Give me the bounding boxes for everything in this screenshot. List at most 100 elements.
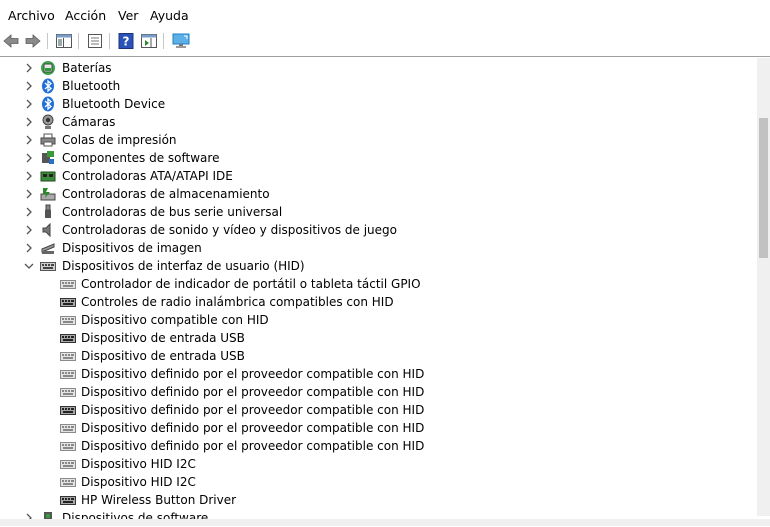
battery-icon bbox=[40, 60, 56, 76]
chevron-right-icon[interactable] bbox=[23, 116, 35, 128]
tree-category[interactable]: Controladoras de sonido y vídeo y dispos… bbox=[0, 221, 757, 239]
chevron-right-icon[interactable] bbox=[23, 242, 35, 254]
tree-category[interactable]: Dispositivos de imagen bbox=[0, 239, 757, 257]
camera-icon bbox=[40, 114, 56, 130]
tree-device[interactable]: Dispositivo definido por el proveedor co… bbox=[0, 401, 757, 419]
keyboard-icon bbox=[60, 366, 76, 382]
vertical-scrollbar-thumb[interactable] bbox=[759, 118, 768, 258]
tree-item-label: Dispositivo de entrada USB bbox=[81, 331, 245, 345]
tree-category[interactable]: Controladoras de almacenamiento bbox=[0, 185, 757, 203]
tree-device[interactable]: Controles de radio inalámbrica compatibl… bbox=[0, 293, 757, 311]
tree-category[interactable]: Componentes de software bbox=[0, 149, 757, 167]
menu-ayuda[interactable]: Ayuda bbox=[150, 8, 189, 23]
horizontal-scrollbar[interactable] bbox=[0, 519, 770, 526]
ide-controller-icon bbox=[40, 168, 56, 184]
help-icon[interactable]: ? bbox=[117, 32, 135, 50]
keyboard-icon bbox=[60, 492, 76, 508]
keyboard-icon bbox=[60, 294, 76, 310]
tree-item-label: Dispositivos de interfaz de usuario (HID… bbox=[62, 259, 305, 273]
tree-item-label: Dispositivo HID I2C bbox=[81, 457, 196, 471]
chevron-right-icon[interactable] bbox=[23, 134, 35, 146]
tree-item-label: Dispositivo definido por el proveedor co… bbox=[81, 367, 425, 381]
properties-icon[interactable] bbox=[86, 32, 104, 50]
keyboard-icon bbox=[60, 456, 76, 472]
tree-device[interactable]: Dispositivo definido por el proveedor co… bbox=[0, 419, 757, 437]
bluetooth-icon bbox=[40, 78, 56, 94]
tree-device[interactable]: Dispositivo HID I2C bbox=[0, 473, 757, 491]
keyboard-icon bbox=[60, 348, 76, 364]
tree-item-label: Controladoras de bus serie universal bbox=[62, 205, 283, 219]
tree-item-label: Dispositivo definido por el proveedor co… bbox=[81, 403, 425, 417]
tree-item-label: Bluetooth bbox=[62, 79, 121, 93]
tree-category[interactable]: Cámaras bbox=[0, 113, 757, 131]
bluetooth-icon bbox=[40, 96, 56, 112]
keyboard-icon bbox=[60, 312, 76, 328]
chevron-right-icon[interactable] bbox=[23, 80, 35, 92]
tree-category[interactable]: Baterías bbox=[0, 59, 757, 77]
tree-device[interactable]: Dispositivo de entrada USB bbox=[0, 329, 757, 347]
show-hide-tree-icon[interactable] bbox=[55, 32, 73, 50]
vertical-scrollbar[interactable] bbox=[757, 58, 770, 516]
tree-item-label: Dispositivos de imagen bbox=[62, 241, 202, 255]
tree-item-label: Dispositivo definido por el proveedor co… bbox=[81, 439, 425, 453]
chevron-right-icon[interactable] bbox=[23, 98, 35, 110]
keyboard-icon bbox=[60, 402, 76, 418]
tree-category[interactable]: Controladoras de bus serie universal bbox=[0, 203, 757, 221]
keyboard-icon bbox=[60, 330, 76, 346]
tree-device[interactable]: Dispositivo compatible con HID bbox=[0, 311, 757, 329]
keyboard-icon bbox=[60, 474, 76, 490]
tree-device[interactable]: Dispositivo definido por el proveedor co… bbox=[0, 365, 757, 383]
tree-item-label: Controladoras de almacenamiento bbox=[62, 187, 270, 201]
tree-item-label: HP Wireless Button Driver bbox=[81, 493, 237, 507]
toolbar-separator bbox=[47, 33, 48, 49]
toolbar: ? bbox=[0, 31, 770, 51]
tree-item-label: Componentes de software bbox=[62, 151, 220, 165]
tree-item-label: Dispositivo de entrada USB bbox=[81, 349, 245, 363]
tree-category[interactable]: Controladoras ATA/ATAPI IDE bbox=[0, 167, 757, 185]
menu-archivo[interactable]: Archivo bbox=[8, 8, 55, 23]
software-component-icon bbox=[40, 150, 56, 166]
device-tree-list: Baterías Bluetooth Bluetooth Device Cámaras… bbox=[0, 59, 757, 527]
tree-category[interactable]: Bluetooth Device bbox=[0, 95, 757, 113]
device-tree: Baterías Bluetooth Bluetooth Device Cámaras… bbox=[0, 56, 770, 527]
tree-item-label: Dispositivo definido por el proveedor co… bbox=[81, 385, 425, 399]
tree-device[interactable]: HP Wireless Button Driver bbox=[0, 491, 757, 509]
chevron-right-icon[interactable] bbox=[23, 224, 35, 236]
tree-item-label: Dispositivo definido por el proveedor co… bbox=[81, 421, 425, 435]
tree-item-label: Dispositivo compatible con HID bbox=[81, 313, 269, 327]
chevron-right-icon[interactable] bbox=[23, 188, 35, 200]
tree-device[interactable]: Dispositivo definido por el proveedor co… bbox=[0, 437, 757, 455]
tree-item-label: Cámaras bbox=[62, 115, 116, 129]
toolbar-separator bbox=[163, 33, 164, 49]
action-pane-icon[interactable] bbox=[140, 32, 158, 50]
keyboard-icon bbox=[40, 258, 56, 274]
scanner-icon bbox=[40, 240, 56, 256]
chevron-right-icon[interactable] bbox=[23, 170, 35, 182]
tree-item-label: Baterías bbox=[62, 61, 112, 75]
forward-arrow-icon[interactable] bbox=[24, 32, 42, 50]
tree-device[interactable]: Dispositivo definido por el proveedor co… bbox=[0, 383, 757, 401]
toolbar-separator bbox=[78, 33, 79, 49]
printer-icon bbox=[40, 132, 56, 148]
tree-device[interactable]: Controlador de indicador de portátil o t… bbox=[0, 275, 757, 293]
tree-category[interactable]: Dispositivos de interfaz de usuario (HID… bbox=[0, 257, 757, 275]
back-arrow-icon[interactable] bbox=[2, 32, 20, 50]
menu-ver[interactable]: Ver bbox=[118, 8, 138, 23]
tree-item-label: Controles de radio inalámbrica compatibl… bbox=[81, 295, 394, 309]
tree-item-label: Controladoras ATA/ATAPI IDE bbox=[62, 169, 233, 183]
chevron-down-icon[interactable] bbox=[23, 260, 35, 272]
tree-device[interactable]: Dispositivo de entrada USB bbox=[0, 347, 757, 365]
tree-category[interactable]: Colas de impresión bbox=[0, 131, 757, 149]
menu-bar: Archivo Acción Ver Ayuda bbox=[0, 0, 770, 31]
monitor-icon[interactable] bbox=[172, 32, 190, 50]
chevron-right-icon[interactable] bbox=[23, 206, 35, 218]
tree-item-label: Controlador de indicador de portátil o t… bbox=[81, 277, 421, 291]
tree-category[interactable]: Bluetooth bbox=[0, 77, 757, 95]
tree-item-label: Controladoras de sonido y vídeo y dispos… bbox=[62, 223, 397, 237]
tree-item-label: Bluetooth Device bbox=[62, 97, 166, 111]
tree-device[interactable]: Dispositivo HID I2C bbox=[0, 455, 757, 473]
toolbar-separator bbox=[109, 33, 110, 49]
menu-accion[interactable]: Acción bbox=[65, 8, 106, 23]
chevron-right-icon[interactable] bbox=[23, 62, 35, 74]
chevron-right-icon[interactable] bbox=[23, 152, 35, 164]
